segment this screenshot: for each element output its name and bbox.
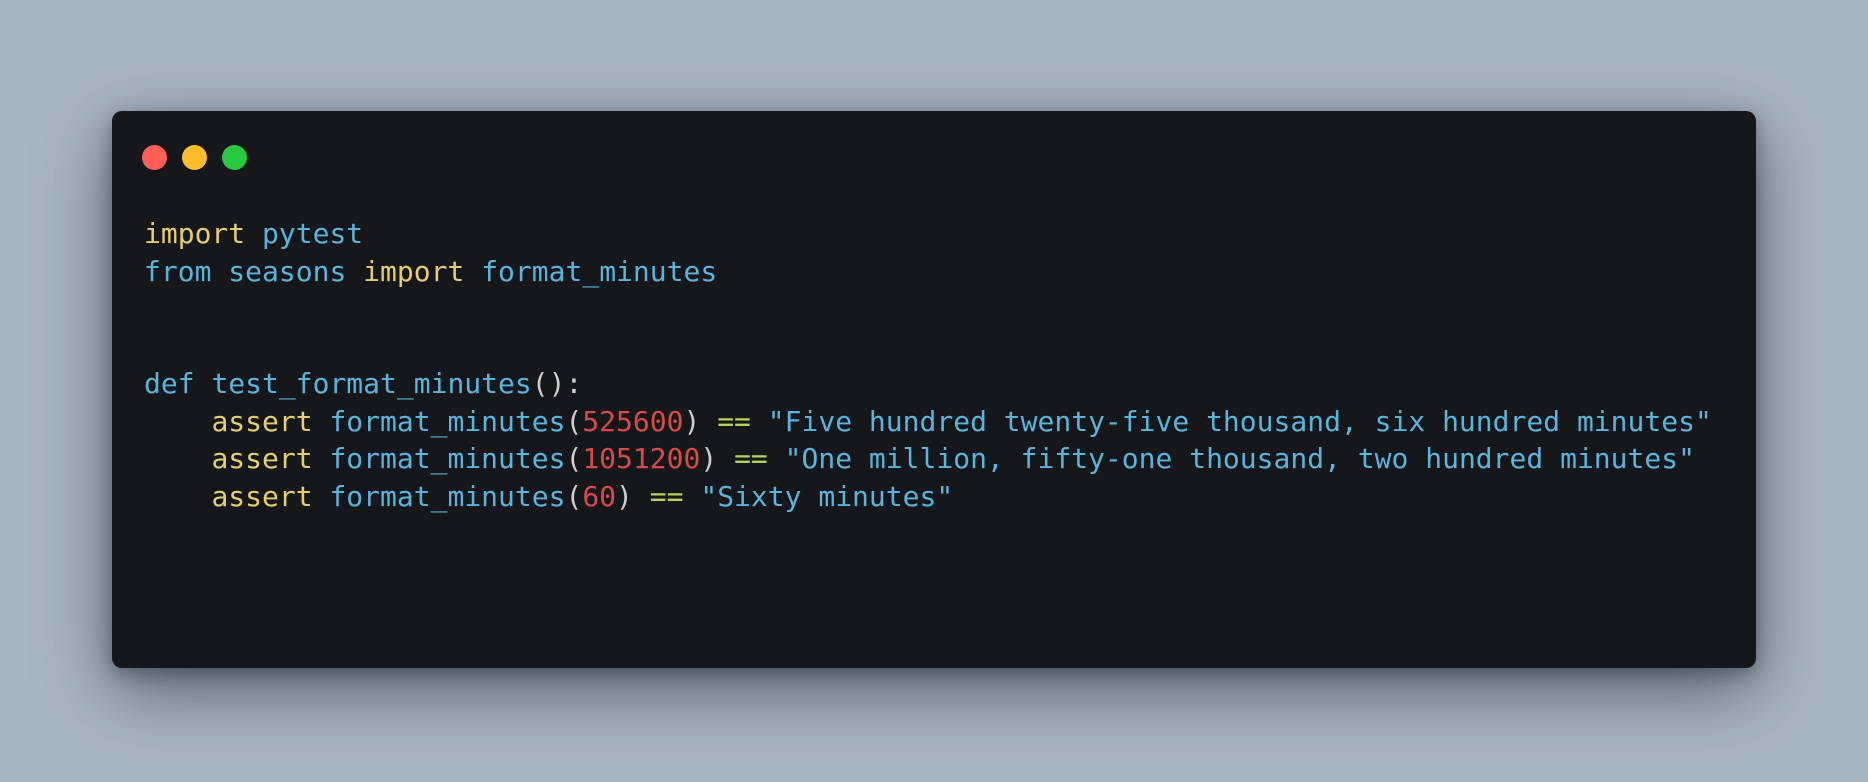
code-token-identifier: test_format_minutes	[211, 367, 532, 400]
code-token-number: 60	[582, 479, 617, 513]
code-token-operator: ==	[717, 404, 751, 438]
code-token-identifier: "Sixty minutes"	[700, 479, 954, 513]
minimize-dot-icon[interactable]	[182, 145, 207, 170]
code-token-punctuation: (	[565, 479, 583, 513]
code-token-keyword: assert	[211, 479, 313, 513]
code-line: def test_format_minutes():	[144, 365, 1734, 403]
code-token-keyword: assert	[211, 442, 313, 475]
code-line: import pytest	[144, 215, 1734, 253]
code-token-identifier: def	[144, 367, 195, 400]
code-line: assert format_minutes(60) == "Sixty minu…	[144, 478, 1734, 516]
code-token-punctuation: (	[565, 404, 583, 438]
close-dot-icon[interactable]	[142, 145, 167, 170]
maximize-dot-icon[interactable]	[222, 145, 247, 170]
code-token-keyword: import	[363, 254, 465, 288]
code-line: ​	[144, 328, 1734, 366]
code-token-identifier: "One million, fifty-one thousand, two hu…	[784, 442, 1695, 475]
code-line: assert format_minutes(525600) == "Five h…	[144, 403, 1734, 441]
code-token-identifier: format_minutes	[329, 479, 566, 513]
code-line: assert format_minutes(1051200) == "One m…	[144, 440, 1734, 478]
code-token-number: 525600	[582, 404, 684, 438]
code-window: import pytest from seasons import format_…	[112, 111, 1756, 668]
window-controls	[142, 145, 247, 170]
code-token-identifier: format_minutes	[329, 442, 566, 475]
code-line: ​	[144, 290, 1734, 328]
code-token-identifier: from	[144, 254, 212, 288]
code-token-identifier: "Five hundred twenty-five thousand, six …	[767, 404, 1712, 438]
code-token-punctuation: (	[565, 442, 583, 475]
code-token-number: 1051200	[582, 442, 701, 475]
code-token-identifier: pytest	[262, 217, 364, 250]
code-token-punctuation: ():	[531, 367, 583, 400]
code-token-keyword: import	[144, 217, 246, 250]
code-block: import pytest from seasons import format_…	[144, 215, 1734, 515]
code-line: from seasons import format_minutes	[144, 253, 1734, 291]
code-token-operator: ==	[734, 442, 768, 475]
code-token-operator: ==	[649, 479, 684, 513]
code-token-identifier: format_minutes	[329, 404, 566, 438]
code-token-identifier: format_minutes	[481, 254, 718, 288]
code-token-punctuation: )	[683, 404, 701, 438]
code-token-identifier: seasons	[228, 254, 347, 288]
code-token-keyword: assert	[211, 404, 313, 438]
code-token-punctuation: )	[616, 479, 633, 513]
code-token-punctuation: )	[700, 442, 718, 475]
